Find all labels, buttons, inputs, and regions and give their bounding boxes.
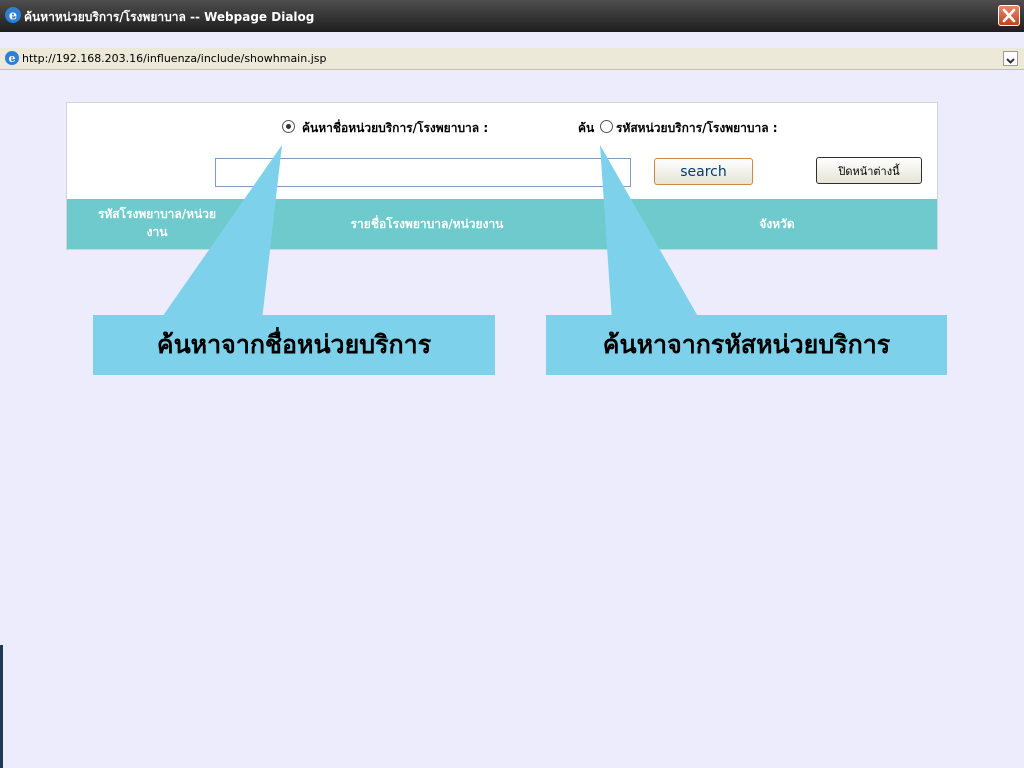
search-button[interactable]: search [654,158,753,185]
radio-search-by-code[interactable] [600,120,613,133]
left-edge-strip [0,645,3,768]
dialog-title-bar: e ค้นหาหน่วยบริการ/โรงพยาบาล -- Webpage … [0,0,1024,32]
close-page-button[interactable]: ปิดหน้าต่างนี้ [816,157,922,184]
radio-label-code-prefix: ค้น [578,121,595,135]
callout-search-by-code: ค้นหาจากรหัสหน่วยบริการ [546,315,947,375]
search-input[interactable] [215,158,631,187]
column-header-province: จังหวัด [759,217,795,231]
chevron-down-icon [1006,58,1015,64]
close-icon [1002,8,1016,23]
url-text: http://192.168.203.16/influenza/include/… [22,52,327,65]
radio-label-by-name: ค้นหาชื่อหน่วยบริการ/โรงพยาบาล : [302,121,489,135]
column-header-code-line1: รหัสโรงพยาบาล/หน่วย [97,207,217,221]
radio-search-by-name[interactable] [282,120,295,133]
dialog-title: ค้นหาหน่วยบริการ/โรงพยาบาล -- Webpage Di… [24,10,315,24]
address-dropdown-button[interactable] [1003,51,1018,66]
radio-selected-dot [286,124,291,129]
svg-text:e: e [9,9,17,24]
ie-icon: e [5,7,21,24]
column-header-code-line2: งาน [146,225,168,239]
page-icon: e [5,51,19,65]
results-table-header: รหัสโรงพยาบาล/หน่วย งาน รายชื่อโรงพยาบาล… [67,199,937,249]
radio-label-by-code: รหัสหน่วยบริการ/โรงพยาบาล : [616,121,778,135]
column-header-code: รหัสโรงพยาบาล/หน่วย งาน [67,205,247,241]
column-header-name: รายชื่อโรงพยาบาล/หน่วยงาน [350,217,504,231]
close-window-button[interactable] [998,5,1020,26]
svg-text:e: e [9,52,16,65]
address-bar: e http://192.168.203.16/influenza/includ… [0,48,1024,70]
callout-search-by-name: ค้นหาจากชื่อหน่วยบริการ [93,315,495,375]
